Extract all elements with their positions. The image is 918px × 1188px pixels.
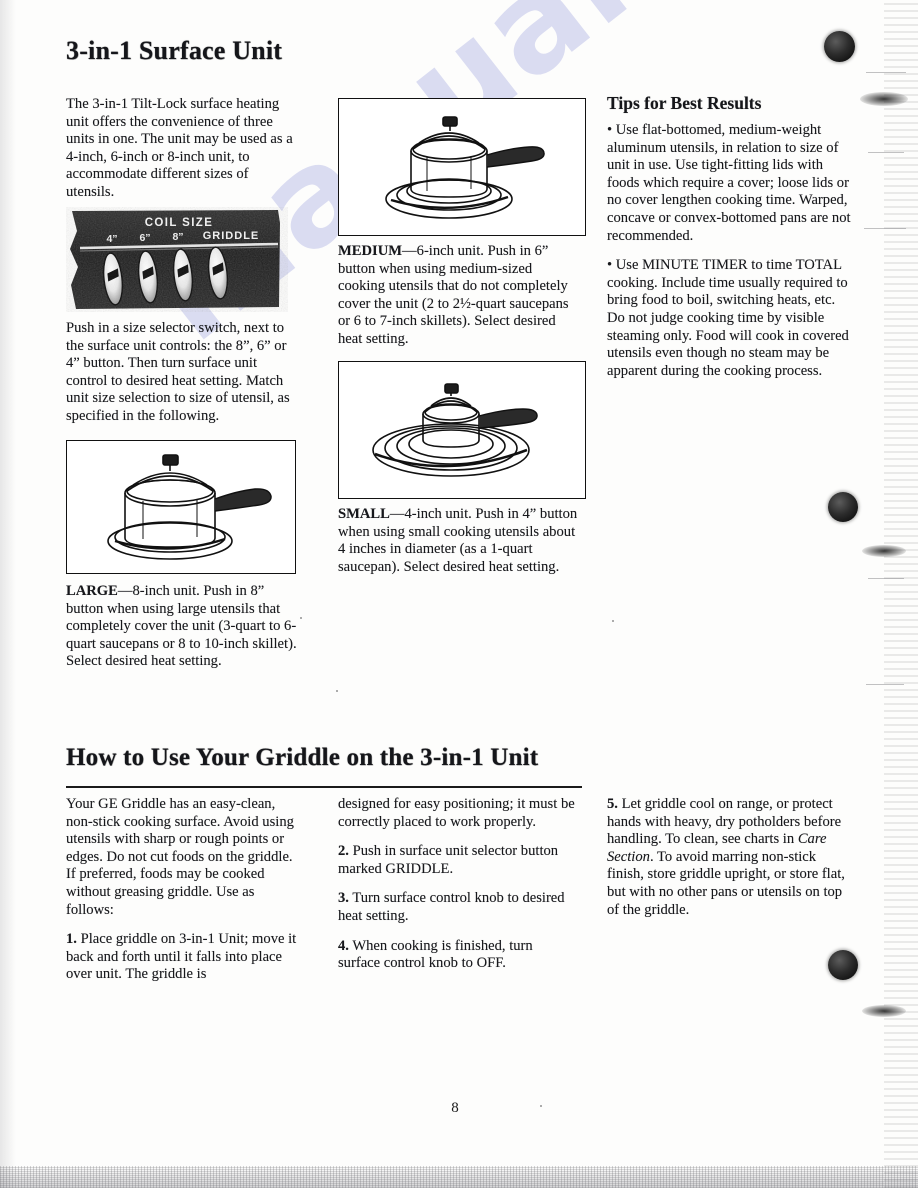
scan-edge-bottom xyxy=(0,1166,918,1188)
griddle-col3: 5. Let griddle cool on range, or protect… xyxy=(607,796,855,919)
control-panel-photo: COIL SIZE 4” 6” 8” GRIDDLE xyxy=(66,207,288,312)
page-content: 3-in-1 Surface Unit The 3-in-1 Tilt-Lock… xyxy=(0,0,918,1188)
scanned-manual-page: manualslib.com 3-in-1 Surface Unit The 3… xyxy=(0,0,918,1188)
griddle-col1: Your GE Griddle has an easy-clean, non-s… xyxy=(66,796,298,984)
griddle-step3-text: Turn surface control knob to desired hea… xyxy=(338,890,565,924)
binding-hole-shadow xyxy=(862,545,906,557)
binding-hole-shadow xyxy=(862,1005,906,1017)
griddle-step2-text: Push in surface unit selector button mar… xyxy=(338,843,559,877)
tips-heading: Tips for Best Results xyxy=(607,93,762,113)
scan-speck xyxy=(336,690,338,692)
tip-bullet-1: • Use flat-bottomed, medium-weight alumi… xyxy=(607,122,851,244)
griddle-intro: Your GE Griddle has an easy-clean, non-s… xyxy=(66,796,294,918)
medium-caption: MEDIUM—6-inch unit. Push in 6” button wh… xyxy=(338,243,582,349)
griddle-step4-text: When cooking is finished, turn surface c… xyxy=(338,937,533,972)
crease-line xyxy=(864,228,906,229)
tips-list: • Use flat-bottomed, medium-weight alumi… xyxy=(607,122,855,380)
crease-line xyxy=(868,578,904,579)
scan-speck xyxy=(300,617,302,619)
scan-speck xyxy=(612,620,614,622)
binding-hole-icon xyxy=(824,31,855,62)
figure-medium-saucepan xyxy=(338,98,586,236)
griddle-step1-text: Place griddle on 3-in-1 Unit; move it ba… xyxy=(66,931,297,983)
small-label: SMALL xyxy=(338,506,390,522)
intro-paragraph: The 3-in-1 Tilt-Lock surface heating uni… xyxy=(66,96,298,202)
binding-hole-icon xyxy=(828,492,858,522)
scan-edge-left xyxy=(0,0,16,1188)
scan-speck xyxy=(540,1105,542,1107)
page-number: 8 xyxy=(451,1100,459,1116)
griddle-step2-number: 2. xyxy=(338,843,349,860)
figure-small-saucepan xyxy=(338,361,586,499)
selector-instructions-text: Push in a size selector switch, next to … xyxy=(66,320,290,424)
selector-instructions: Push in a size selector switch, next to … xyxy=(66,320,298,426)
section-divider xyxy=(66,786,582,788)
griddle-step5-number: 5. xyxy=(607,796,618,812)
crease-line xyxy=(866,72,906,73)
griddle-step3-number: 3. xyxy=(338,890,349,907)
small-caption: SMALL—4-inch unit. Push in 4” button whe… xyxy=(338,506,582,576)
griddle-col2: designed for easy positioning; it must b… xyxy=(338,796,578,973)
figure-large-saucepan xyxy=(66,440,296,574)
intro-text: The 3-in-1 Tilt-Lock surface heating uni… xyxy=(66,96,293,200)
medium-label: MEDIUM xyxy=(338,243,403,259)
crease-line xyxy=(868,152,904,153)
binding-hole-icon xyxy=(828,950,858,980)
binding-hole-shadow xyxy=(860,92,908,106)
griddle-step1-continued: designed for easy positioning; it must b… xyxy=(338,796,575,830)
tip-bullet-2: • Use MINUTE TIMER to time TOTAL cooking… xyxy=(607,257,849,379)
large-caption: LARGE—8-inch unit. Push in 8” button whe… xyxy=(66,583,298,671)
large-label: LARGE xyxy=(66,583,118,599)
griddle-step4-number: 4. xyxy=(338,937,349,954)
page-title: 3-in-1 Surface Unit xyxy=(66,36,283,65)
griddle-section-title: How to Use Your Griddle on the 3-in-1 Un… xyxy=(66,744,539,771)
griddle-step1-number: 1. xyxy=(66,931,77,948)
crease-line xyxy=(866,684,904,685)
